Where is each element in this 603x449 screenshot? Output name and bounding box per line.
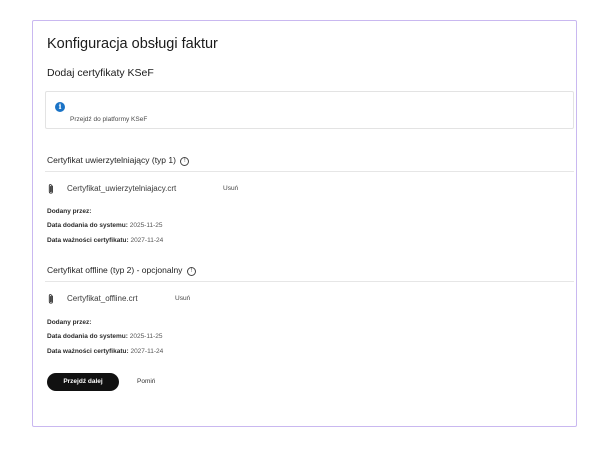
added-by-label: Dodany przez: <box>47 319 92 326</box>
info-icon: i <box>55 102 65 112</box>
next-button[interactable]: Przejdź dalej <box>47 373 119 391</box>
date-added-value: 2025-11-25 <box>129 333 163 340</box>
certificate-2-added-by: Dodany przez: <box>47 319 91 326</box>
certificate-1-date-added: Data dodania do systemu: 2025-11-25 <box>47 222 163 229</box>
certificate-1-section-title: Certyfikat uwierzytelniający (typ 1) ! <box>47 155 190 166</box>
expiry-value: 2027-11-24 <box>130 237 164 244</box>
certificate-2-date-added: Data dodania do systemu: 2025-11-25 <box>47 333 163 340</box>
certificate-1-remove-button[interactable]: Usuń <box>223 185 238 192</box>
help-circle-icon[interactable]: ! <box>180 157 190 166</box>
certificate-1-title-text: Certyfikat uwierzytelniający (typ 1) <box>47 155 176 165</box>
added-by-label: Dodany przez: <box>47 208 92 215</box>
certificate-2-title-text: Certyfikat offline (typ 2) - opcjonalny <box>47 265 183 275</box>
page-title: Konfiguracja obsługi faktur <box>47 36 218 52</box>
divider <box>45 171 574 172</box>
certificate-2-file-name[interactable]: Certyfikat_offline.crt <box>67 294 138 303</box>
ksef-platform-link[interactable]: Przejdź do platformy KSeF <box>70 116 147 123</box>
certificate-2-expiry-date: Data ważności certyfikatu: 2027-11-24 <box>47 348 163 355</box>
page-subtitle: Dodaj certyfikaty KSeF <box>47 67 154 79</box>
skip-button[interactable]: Pomiń <box>137 378 155 385</box>
date-added-label: Data dodania do systemu: <box>47 333 128 340</box>
divider <box>45 281 574 282</box>
certificate-1-file-name[interactable]: Certyfikat_uwierzytelniajacy.crt <box>67 184 176 193</box>
certificate-2-section-title: Certyfikat offline (typ 2) - opcjonalny … <box>47 265 196 276</box>
certificate-1-file-row: Certyfikat_uwierzytelniajacy.crt Usuń <box>47 183 247 195</box>
certificate-2-file-row: Certyfikat_offline.crt Usuń <box>47 293 207 305</box>
certificate-1-expiry-date: Data ważności certyfikatu: 2027-11-24 <box>47 237 163 244</box>
certificate-2-remove-button[interactable]: Usuń <box>175 295 190 302</box>
info-box: i Przejdź do platformy KSeF <box>45 91 574 129</box>
paperclip-icon <box>48 184 53 194</box>
expiry-value: 2027-11-24 <box>130 348 164 355</box>
certificate-1-added-by: Dodany przez: <box>47 208 91 215</box>
expiry-label: Data ważności certyfikatu: <box>47 348 129 355</box>
help-circle-icon[interactable]: ! <box>186 267 196 276</box>
date-added-value: 2025-11-25 <box>129 222 163 229</box>
configuration-card: Konfiguracja obsługi faktur Dodaj certyf… <box>32 20 577 427</box>
date-added-label: Data dodania do systemu: <box>47 222 128 229</box>
expiry-label: Data ważności certyfikatu: <box>47 237 129 244</box>
paperclip-icon <box>48 294 53 304</box>
